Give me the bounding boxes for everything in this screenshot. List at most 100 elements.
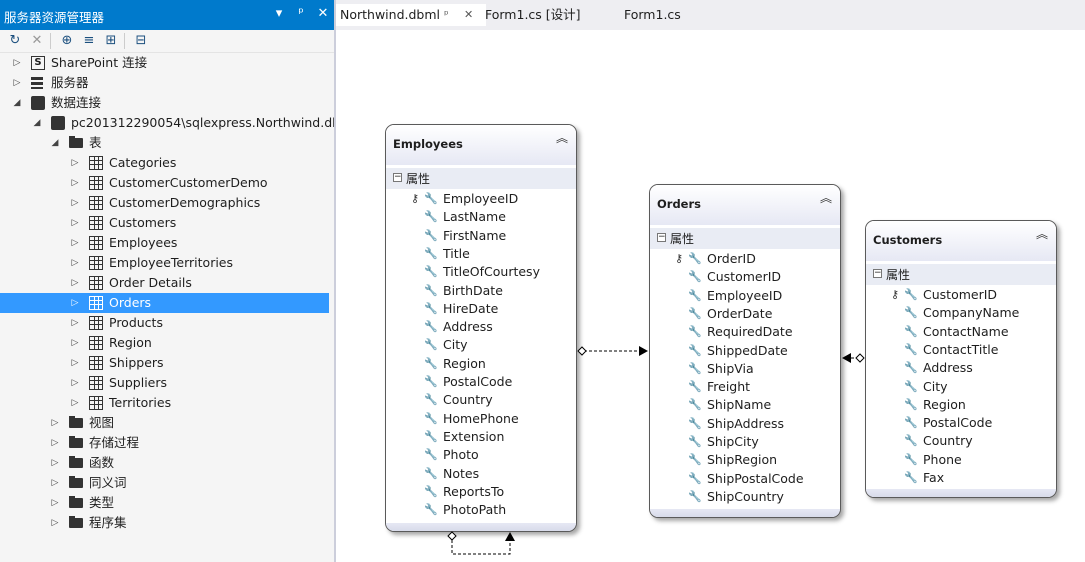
connect-database-icon[interactable]: ⊕	[58, 32, 76, 50]
property-group-header[interactable]: − 属性	[386, 168, 576, 189]
connect-server-icon[interactable]: ≡	[80, 32, 98, 50]
tree-item[interactable]: ▷ CustomerCustomerDemo	[0, 173, 329, 193]
entity-property[interactable]: 🔧 Address	[386, 318, 576, 336]
entity-property[interactable]: 🔧 BirthDate	[386, 282, 576, 300]
entity-property[interactable]: 🔧 Country	[866, 432, 1056, 450]
pin-icon[interactable]: ᵖ	[444, 4, 449, 26]
tree-item[interactable]: ▷ Customers	[0, 213, 329, 233]
expanded-arrow-icon[interactable]: ◢	[32, 113, 42, 133]
collapsed-arrow-icon[interactable]: ▷	[50, 513, 60, 533]
collapse-group-icon[interactable]: −	[393, 173, 402, 182]
collapsed-arrow-icon[interactable]: ▷	[70, 173, 80, 193]
entity-property[interactable]: 🔧 PostalCode	[866, 414, 1056, 432]
tree-item[interactable]: ▷ 类型	[0, 493, 329, 513]
tree-item[interactable]: ▷ 视图	[0, 413, 329, 433]
tree-item[interactable]: ▷ 服务器	[0, 73, 329, 93]
entity-property[interactable]: 🔧 Region	[386, 355, 576, 373]
collapse-icon[interactable]: ︽	[820, 189, 832, 206]
tree-item[interactable]: ▷ Orders	[0, 293, 329, 313]
entity-property[interactable]: 🔧 CustomerID	[650, 268, 840, 286]
entity-property[interactable]: 🔧 CompanyName	[866, 304, 1056, 322]
entity-property[interactable]: 🔧 Title	[386, 245, 576, 263]
entity-employees[interactable]: Employees ︽ − 属性 ⚷ 🔧 EmployeeID 🔧 LastName 🔧 First…	[385, 124, 577, 532]
entity-header[interactable]: Orders ︽	[650, 185, 840, 225]
entity-property[interactable]: 🔧 ContactTitle	[866, 341, 1056, 359]
entity-property[interactable]: 🔧 ContactName	[866, 323, 1056, 341]
tree-item[interactable]: ▷ Categories	[0, 153, 329, 173]
tree-item[interactable]: ◢ 表	[0, 133, 329, 153]
entity-property[interactable]: 🔧 Freight	[650, 378, 840, 396]
tree-item[interactable]: ▷ Territories	[0, 393, 329, 413]
connect-sharepoint-icon[interactable]: ⊞	[102, 32, 120, 50]
tree-item[interactable]: ▷ Region	[0, 333, 329, 353]
close-icon[interactable]: ✕	[316, 6, 330, 21]
collapsed-arrow-icon[interactable]: ▷	[70, 373, 80, 393]
entity-property[interactable]: 🔧 TitleOfCourtesy	[386, 263, 576, 281]
tree-item[interactable]: ▷ Products	[0, 313, 329, 333]
tree-item[interactable]: ▷ 存储过程	[0, 433, 329, 453]
tree-item[interactable]: ◢ pc201312290054\sqlexpress.Northwind.dbo	[0, 113, 348, 133]
tree-item[interactable]: ▷ 同义词	[0, 473, 329, 493]
entity-property[interactable]: 🔧 ShipName	[650, 396, 840, 414]
entity-property[interactable]: 🔧 Fax	[866, 469, 1056, 487]
tree-item[interactable]: ▷ 函数	[0, 453, 329, 473]
property-group-header[interactable]: − 属性	[866, 264, 1056, 285]
entity-header[interactable]: Employees ︽	[386, 125, 576, 165]
entity-property[interactable]: 🔧 ShipAddress	[650, 415, 840, 433]
entity-property[interactable]: 🔧 Country	[386, 391, 576, 409]
entity-property[interactable]: 🔧 Notes	[386, 465, 576, 483]
expanded-arrow-icon[interactable]: ◢	[50, 133, 60, 153]
collapse-icon[interactable]: ︽	[1036, 225, 1048, 242]
entity-orders[interactable]: Orders ︽ − 属性 ⚷ 🔧 OrderID 🔧 CustomerID 🔧 EmployeeI…	[649, 184, 841, 518]
collapsed-arrow-icon[interactable]: ▷	[50, 473, 60, 493]
entity-property[interactable]: 🔧 Photo	[386, 446, 576, 464]
entity-customers[interactable]: Customers ︽ − 属性 ⚷ 🔧 CustomerID 🔧 CompanyName 🔧 Co…	[865, 220, 1057, 498]
stop-icon[interactable]: ✕	[28, 32, 46, 50]
entity-property[interactable]: 🔧 HomePhone	[386, 410, 576, 428]
entity-property[interactable]: 🔧 City	[386, 336, 576, 354]
close-icon[interactable]: ✕	[464, 4, 473, 26]
refresh-icon[interactable]: ↻	[6, 32, 24, 50]
tree-item[interactable]: ▷ Employees	[0, 233, 329, 253]
collapsed-arrow-icon[interactable]: ▷	[70, 393, 80, 413]
entity-property[interactable]: ⚷ 🔧 OrderID	[650, 250, 840, 268]
entity-property[interactable]: 🔧 EmployeeID	[650, 287, 840, 305]
tab-form1-design[interactable]: Form1.cs [设计]	[481, 4, 605, 26]
dropdown-icon[interactable]: ▾	[272, 6, 286, 21]
collapse-group-icon[interactable]: −	[657, 233, 666, 242]
tree-item[interactable]: ▷ S SharePoint 连接	[0, 53, 329, 73]
collapsed-arrow-icon[interactable]: ▷	[70, 273, 80, 293]
collapsed-arrow-icon[interactable]: ▷	[12, 53, 22, 73]
collapsed-arrow-icon[interactable]: ▷	[70, 253, 80, 273]
collapse-group-icon[interactable]: −	[873, 269, 882, 278]
property-group-header[interactable]: − 属性	[650, 228, 840, 249]
tree-item[interactable]: ▷ Shippers	[0, 353, 329, 373]
entity-property[interactable]: 🔧 ShippedDate	[650, 342, 840, 360]
entity-property[interactable]: 🔧 ShipCountry	[650, 488, 840, 506]
entity-property[interactable]: 🔧 Extension	[386, 428, 576, 446]
collapsed-arrow-icon[interactable]: ▷	[50, 413, 60, 433]
entity-property[interactable]: 🔧 ShipPostalCode	[650, 470, 840, 488]
collapsed-arrow-icon[interactable]: ▷	[70, 333, 80, 353]
entity-property[interactable]: 🔧 Phone	[866, 451, 1056, 469]
collapsed-arrow-icon[interactable]: ▷	[70, 233, 80, 253]
entity-property[interactable]: ⚷ 🔧 EmployeeID	[386, 190, 576, 208]
tree-item[interactable]: ▷ EmployeeTerritories	[0, 253, 329, 273]
entity-property[interactable]: 🔧 ShipCity	[650, 433, 840, 451]
tab-form1-cs[interactable]: Form1.cs	[620, 4, 724, 26]
collapsed-arrow-icon[interactable]: ▷	[70, 153, 80, 173]
entity-property[interactable]: 🔧 FirstName	[386, 227, 576, 245]
collapsed-arrow-icon[interactable]: ▷	[12, 73, 22, 93]
collapsed-arrow-icon[interactable]: ▷	[50, 493, 60, 513]
tree-item[interactable]: ▷ 程序集	[0, 513, 329, 533]
entity-property[interactable]: 🔧 ReportsTo	[386, 483, 576, 501]
collapsed-arrow-icon[interactable]: ▷	[70, 293, 80, 313]
collapsed-arrow-icon[interactable]: ▷	[50, 433, 60, 453]
entity-header[interactable]: Customers ︽	[866, 221, 1056, 261]
tree-item[interactable]: ▷ CustomerDemographics	[0, 193, 329, 213]
collapse-icon[interactable]: ︽	[556, 129, 568, 146]
tab-northwind-dbml[interactable]: Northwind.dbml ᵖ ✕	[336, 4, 486, 26]
tree-item[interactable]: ▷ Order Details	[0, 273, 329, 293]
entity-property[interactable]: 🔧 ShipRegion	[650, 451, 840, 469]
entity-property[interactable]: 🔧 HireDate	[386, 300, 576, 318]
